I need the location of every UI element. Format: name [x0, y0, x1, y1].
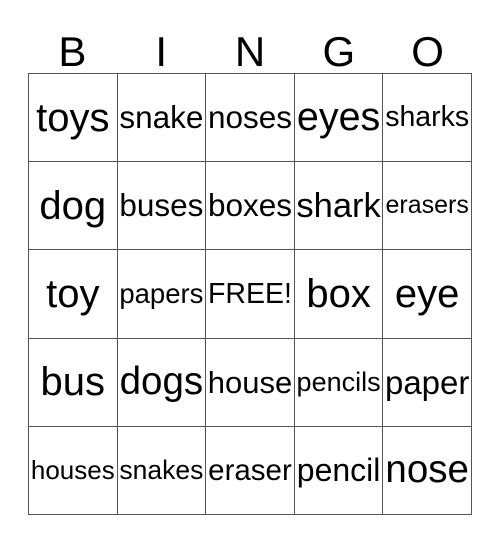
bingo-cell-b3[interactable]: toy [29, 250, 118, 339]
bingo-header-letter-i: I [155, 28, 168, 75]
bingo-free-space-label: FREE! [208, 277, 292, 310]
bingo-cell-label: buses [119, 187, 204, 224]
bingo-cell-i3[interactable]: papers [117, 250, 207, 339]
bingo-row: toys snake noses eyes sharks [29, 74, 472, 163]
bingo-cell-o3[interactable]: eye [383, 250, 472, 339]
bingo-cell-label: pencils [296, 366, 381, 397]
bingo-card: B I N G O toys snake noses eyes sharks d… [0, 0, 500, 544]
bingo-cell-label: noses [207, 98, 293, 135]
bingo-cell-o1[interactable]: sharks [383, 74, 472, 163]
bingo-cell-i2[interactable]: buses [117, 162, 207, 251]
bingo-cell-b1[interactable]: toys [29, 74, 118, 163]
bingo-cell-label: sharks [385, 101, 470, 134]
bingo-cell-label: snakes [119, 455, 204, 486]
bingo-cell-label: nose [385, 448, 469, 492]
bingo-cell-label: boxes [207, 187, 293, 224]
bingo-row: toy papers FREE! box eye [29, 250, 472, 339]
bingo-header-letter-g: G [322, 28, 356, 75]
bingo-cell-label: snake [119, 98, 204, 135]
bingo-cell-i4[interactable]: dogs [117, 338, 207, 427]
bingo-header-letter-b: B [58, 28, 87, 75]
bingo-cell-n2[interactable]: boxes [206, 162, 295, 251]
bingo-cell-label: house [207, 364, 293, 400]
bingo-cell-g5[interactable]: pencil [294, 426, 384, 516]
bingo-cell-label: bus [40, 360, 106, 405]
bingo-row: bus dogs house pencils paper [29, 338, 472, 427]
bingo-cell-label: shark [296, 186, 381, 225]
bingo-cell-g1[interactable]: eyes [294, 74, 384, 163]
bingo-cell-label: papers [119, 278, 204, 310]
bingo-cell-label: box [306, 272, 371, 316]
bingo-cell-n1[interactable]: noses [206, 74, 295, 163]
bingo-cell-label: eraser [208, 453, 292, 487]
bingo-cell-n5[interactable]: eraser [206, 426, 295, 516]
bingo-cell-b5[interactable]: houses [29, 426, 118, 516]
bingo-cell-label: erasers [385, 191, 469, 220]
bingo-cell-b2[interactable]: dog [29, 162, 118, 251]
bingo-cell-i5[interactable]: snakes [117, 426, 207, 516]
bingo-header-letter-o: O [411, 28, 444, 75]
bingo-cell-label: eyes [296, 94, 381, 139]
bingo-header-row: B I N G O [28, 26, 472, 73]
bingo-cell-i1[interactable]: snake [117, 74, 207, 163]
bingo-cell-label: toys [36, 95, 110, 140]
bingo-cell-label: dogs [119, 359, 204, 403]
bingo-cell-g3[interactable]: box [294, 250, 384, 339]
bingo-cell-label: eye [394, 272, 460, 316]
bingo-cell-label: toy [46, 272, 100, 316]
bingo-cell-n4[interactable]: house [206, 338, 295, 427]
bingo-cell-label: houses [30, 455, 115, 486]
bingo-cell-o5[interactable]: nose [383, 426, 472, 516]
bingo-cell-label: pencil [296, 452, 381, 489]
bingo-cell-label: dog [39, 183, 107, 228]
bingo-row: houses snakes eraser pencil nose [29, 426, 472, 516]
bingo-header-letter-n: N [234, 28, 266, 75]
bingo-cell-label: paper [384, 363, 470, 401]
bingo-cell-o4[interactable]: paper [383, 338, 472, 427]
bingo-cell-free-space[interactable]: FREE! [206, 250, 295, 339]
bingo-cell-b4[interactable]: bus [29, 338, 118, 427]
bingo-cell-g2[interactable]: shark [294, 162, 384, 251]
bingo-cell-o2[interactable]: erasers [383, 162, 472, 251]
bingo-grid: toys snake noses eyes sharks dog buses b… [28, 73, 472, 516]
bingo-cell-g4[interactable]: pencils [294, 338, 384, 427]
bingo-row: dog buses boxes shark erasers [29, 162, 472, 251]
